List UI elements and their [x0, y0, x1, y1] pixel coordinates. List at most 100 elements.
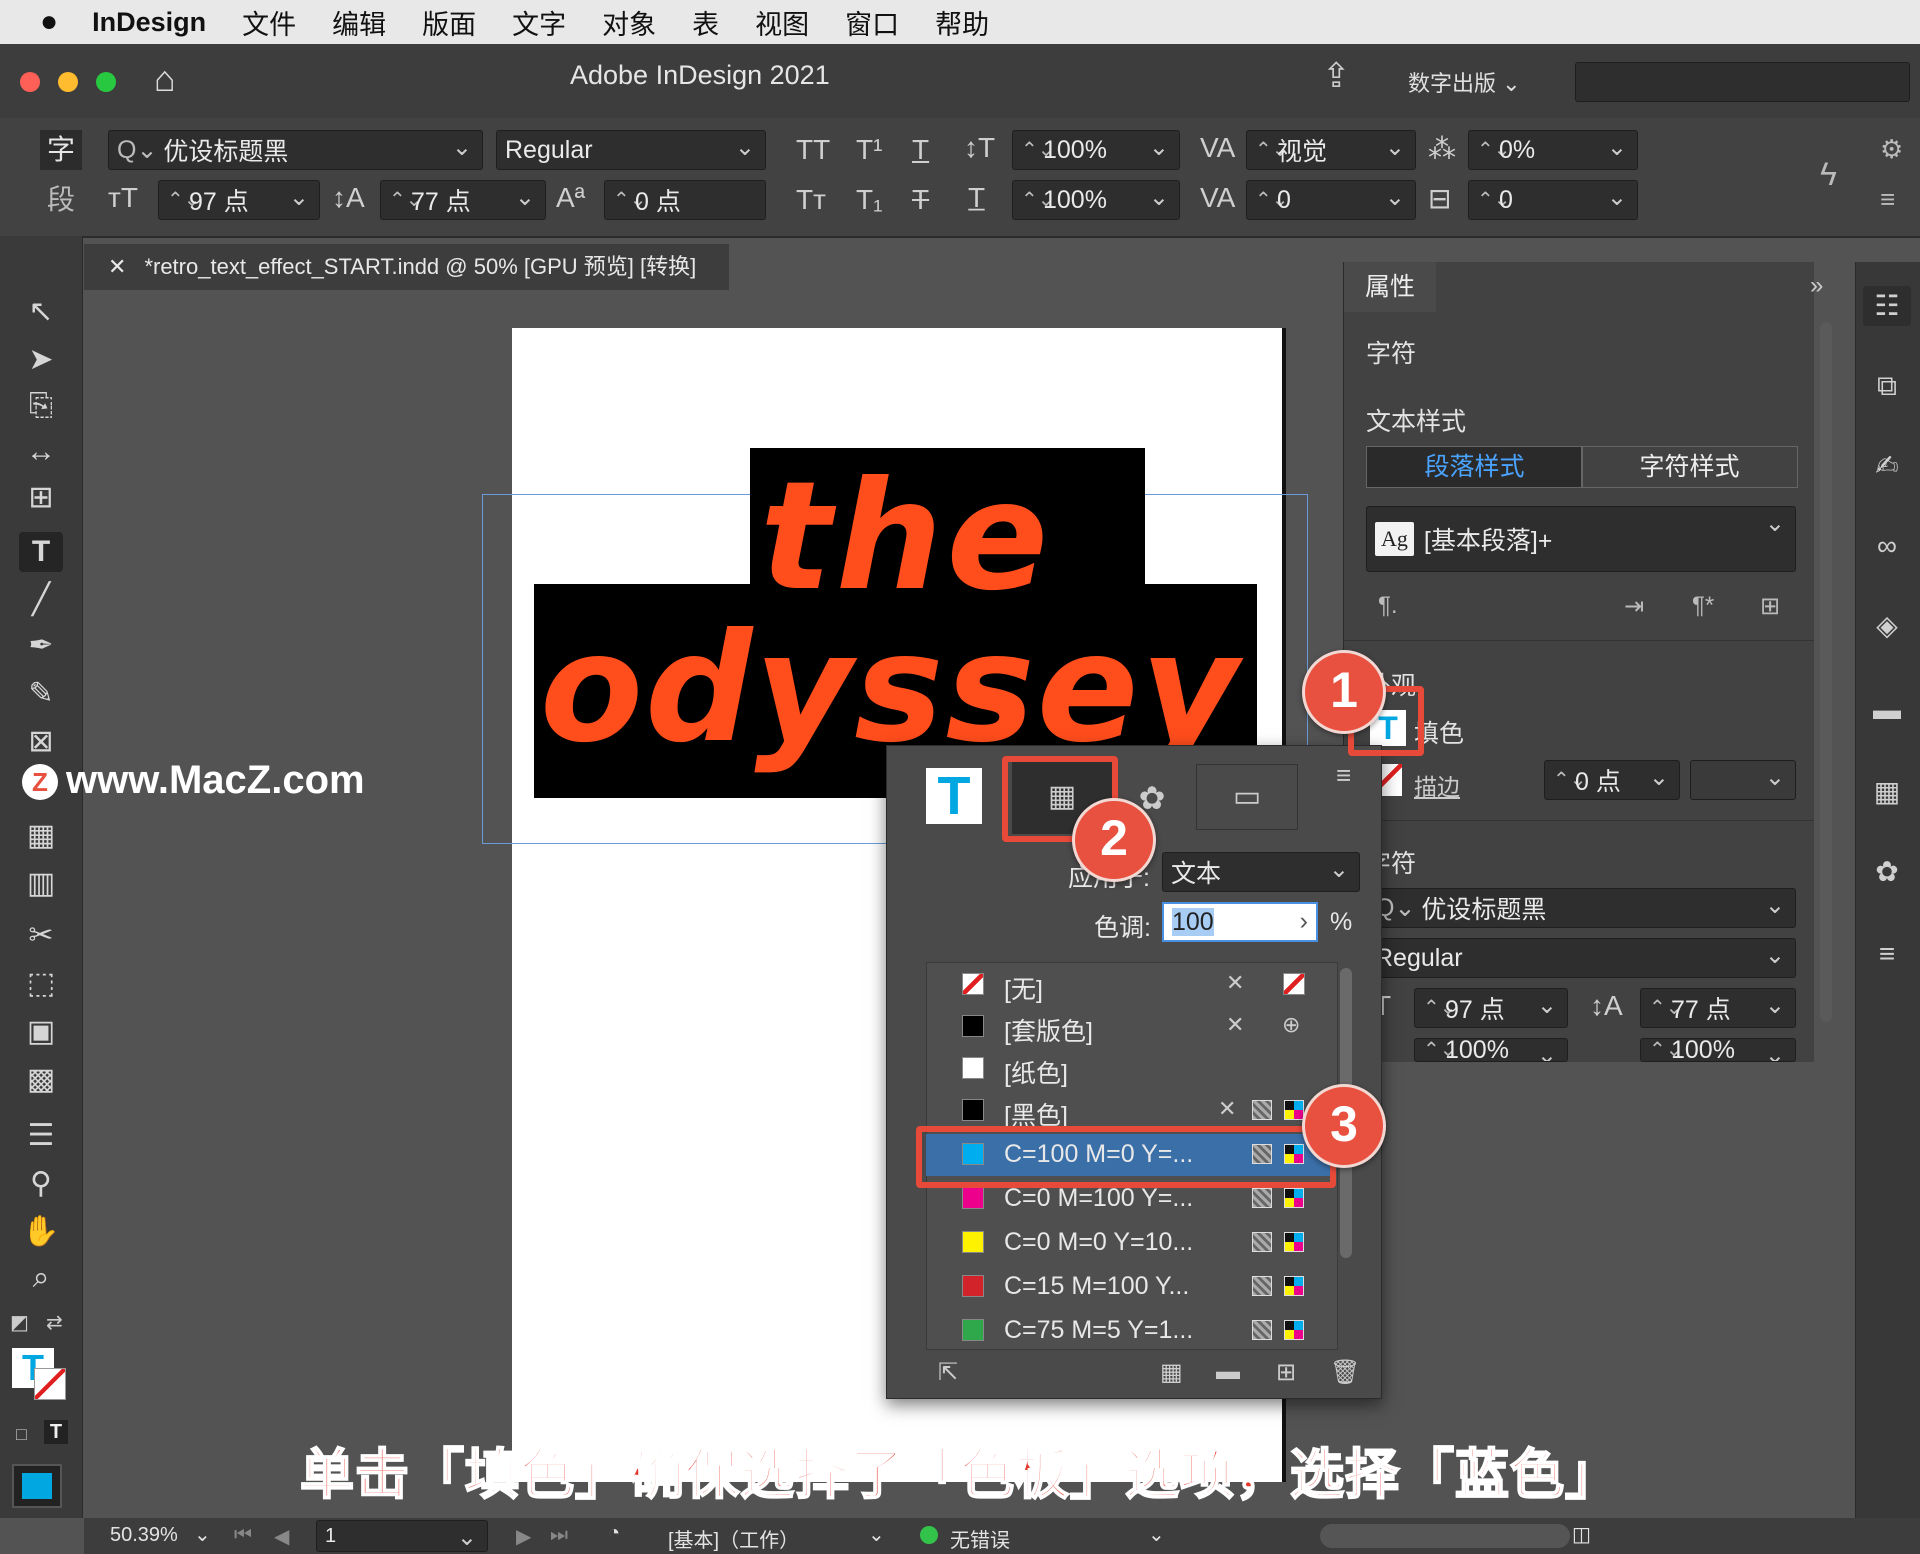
swap-colors-icon[interactable]: ⇄: [46, 1310, 63, 1335]
gap-tool-icon[interactable]: ↔: [19, 432, 63, 472]
small-caps-button[interactable]: Tт: [796, 184, 826, 216]
zoom-level[interactable]: 50.39%: [110, 1524, 178, 1547]
props-font-select[interactable]: Q⌄ 优设标题黑: [1366, 888, 1796, 928]
props-style-select[interactable]: Regular: [1366, 938, 1796, 978]
hand-tool-icon[interactable]: ✋: [19, 1212, 63, 1252]
menu-table[interactable]: 表: [692, 3, 719, 42]
grid-tool-icon[interactable]: ▥: [19, 864, 63, 904]
close-window-button[interactable]: [20, 72, 40, 92]
share-icon[interactable]: ⇪: [1322, 56, 1351, 96]
props-size-field[interactable]: ⌃⌄ 97 点: [1414, 988, 1568, 1028]
prev-page-icon[interactable]: ◀: [274, 1524, 289, 1549]
gradient-feather-tool-icon[interactable]: ▩: [19, 1060, 63, 1100]
eyedropper-tool-icon[interactable]: ⚲: [19, 1164, 63, 1204]
font-style-select[interactable]: Regular: [496, 130, 766, 170]
line-tool-icon[interactable]: ╱: [19, 580, 63, 620]
grid-field[interactable]: ⌃⌄ 0: [1468, 180, 1638, 220]
clear-overrides-icon[interactable]: ¶*: [1692, 592, 1714, 620]
minimize-window-button[interactable]: [58, 72, 78, 92]
preflight-profile[interactable]: [基本]（工作）: [668, 1524, 799, 1553]
swatch-row-registration[interactable]: [套版色] ✕ ⊕: [926, 1006, 1336, 1048]
preflight-icon[interactable]: ◔: [608, 1522, 620, 1545]
table-tool-icon[interactable]: ▦: [19, 816, 63, 856]
workspace-switcher[interactable]: 数字出版 ⌄: [1408, 66, 1521, 98]
menu-app[interactable]: InDesign: [92, 7, 206, 38]
font-family-select[interactable]: Q⌄ 优设标题黑: [108, 130, 483, 170]
swatch-row-none[interactable]: [无] ✕: [926, 964, 1336, 1006]
menu-window[interactable]: 窗口: [845, 3, 899, 42]
tracking-field[interactable]: ⌃⌄ 0: [1246, 180, 1416, 220]
stroke-none-swatch-icon[interactable]: [34, 1368, 66, 1400]
paragraph-style-select[interactable]: Ag [基本段落]+: [1366, 506, 1796, 572]
document-tab[interactable]: ✕ *retro_text_effect_START.indd @ 50% [GP…: [84, 244, 729, 290]
superscript-button[interactable]: T¹: [856, 134, 882, 166]
swatch-row-paper[interactable]: [纸色]: [926, 1048, 1336, 1090]
menu-type[interactable]: 文字: [512, 3, 566, 42]
stroke-panel-icon[interactable]: ≡: [1863, 934, 1911, 974]
title-line-odyssey[interactable]: odyssey: [540, 614, 1240, 764]
menu-object[interactable]: 对象: [602, 3, 656, 42]
close-tab-icon[interactable]: ✕: [108, 254, 126, 279]
search-field[interactable]: [1575, 62, 1910, 102]
menu-edit[interactable]: 编辑: [332, 3, 386, 42]
strikethrough-button[interactable]: T: [912, 184, 929, 216]
control-menu-icon[interactable]: ≡: [1880, 184, 1895, 215]
delete-swatch-icon[interactable]: 🗑: [1330, 1358, 1360, 1387]
new-swatch-icon[interactable]: ⊞: [1276, 1358, 1296, 1387]
paragraph-mark-icon[interactable]: ¶.: [1378, 592, 1398, 620]
content-collector-icon[interactable]: ⊞: [19, 478, 63, 518]
font-size-field[interactable]: ⌃⌄ 97 点: [158, 180, 320, 220]
properties-panel-icon[interactable]: ☷: [1863, 286, 1911, 326]
popup-menu-icon[interactable]: ≡: [1336, 760, 1351, 791]
gradient-panel-icon[interactable]: ▬: [1863, 690, 1911, 730]
horizontal-scrollbar[interactable]: [1320, 1524, 1570, 1548]
scissors-tool-icon[interactable]: ✂: [19, 916, 63, 956]
pencil-tool-icon[interactable]: ✎: [19, 674, 63, 714]
swatch-row-yellow[interactable]: C=0 M=0 Y=10...: [926, 1222, 1336, 1264]
swatch-row-red[interactable]: C=15 M=100 Y...: [926, 1266, 1336, 1308]
props-scale-field-1[interactable]: ⌃⌄ 100%: [1414, 1038, 1568, 1062]
stroke-label[interactable]: 描边: [1414, 768, 1460, 802]
cc-libraries-icon[interactable]: ✍: [1863, 446, 1911, 486]
profile-dropdown-icon[interactable]: ⌄: [868, 1522, 885, 1547]
place-swatches-icon[interactable]: ⇱: [938, 1358, 958, 1387]
page-number-field[interactable]: 1: [316, 1520, 488, 1552]
stroke-type-select[interactable]: [1690, 760, 1796, 800]
swatches-panel-icon[interactable]: ▦: [1863, 772, 1911, 812]
panel-collapse-icon[interactable]: »: [1810, 272, 1823, 300]
page-tool-icon[interactable]: ⎘: [19, 386, 63, 426]
new-style-icon[interactable]: ⊞: [1760, 592, 1780, 621]
zoom-tool-icon[interactable]: ⌕: [19, 1258, 63, 1298]
control-settings-icon[interactable]: ⚙: [1880, 134, 1903, 165]
tsume-field[interactable]: ⌃⌄ 0%: [1468, 130, 1638, 170]
new-group-icon[interactable]: ▬: [1216, 1358, 1240, 1386]
horizontal-scale-field[interactable]: ⌃⌄ 100%: [1012, 180, 1180, 220]
apple-icon[interactable]: ●: [40, 5, 58, 39]
rectangle-frame-tool-icon[interactable]: ⊠: [19, 722, 63, 762]
default-colors-icon[interactable]: ◩: [10, 1310, 29, 1335]
all-caps-button[interactable]: TT: [796, 134, 830, 166]
zoom-window-button[interactable]: [96, 72, 116, 92]
color-panel-icon[interactable]: ✿: [1863, 852, 1911, 892]
pages-panel-icon[interactable]: ⧉: [1863, 366, 1911, 406]
props-scale-field-2[interactable]: ⌃⌄ 100%: [1640, 1038, 1796, 1062]
split-view-icon[interactable]: ◫: [1572, 1522, 1591, 1547]
title-line-the[interactable]: the: [760, 462, 1052, 612]
quick-apply-icon[interactable]: ϟ: [1820, 156, 1837, 193]
zoom-dropdown-icon[interactable]: ⌄: [194, 1522, 211, 1547]
menu-help[interactable]: 帮助: [935, 3, 989, 42]
layers-panel-icon[interactable]: ◈: [1863, 606, 1911, 646]
char-mode-button[interactable]: 字: [40, 130, 82, 170]
swatch-view-icon[interactable]: ▦: [1160, 1358, 1183, 1387]
paragraph-styles-tab[interactable]: 段落样式: [1366, 446, 1583, 488]
menu-layout[interactable]: 版面: [422, 3, 476, 42]
panel-scrollbar[interactable]: [1820, 322, 1832, 1022]
leading-field[interactable]: ⌃⌄ 77 点: [380, 180, 546, 220]
underline-button[interactable]: T: [912, 134, 929, 166]
error-status[interactable]: 无错误: [950, 1524, 1010, 1553]
next-page-icon[interactable]: ▶: [516, 1524, 531, 1549]
type-tool-icon[interactable]: T: [19, 532, 63, 572]
gradient-swatch-tool-icon[interactable]: ▣: [19, 1012, 63, 1052]
load-styles-icon[interactable]: ⇥: [1624, 592, 1644, 621]
stroke-weight-field[interactable]: ⌃⌄ 0 点: [1544, 760, 1680, 800]
